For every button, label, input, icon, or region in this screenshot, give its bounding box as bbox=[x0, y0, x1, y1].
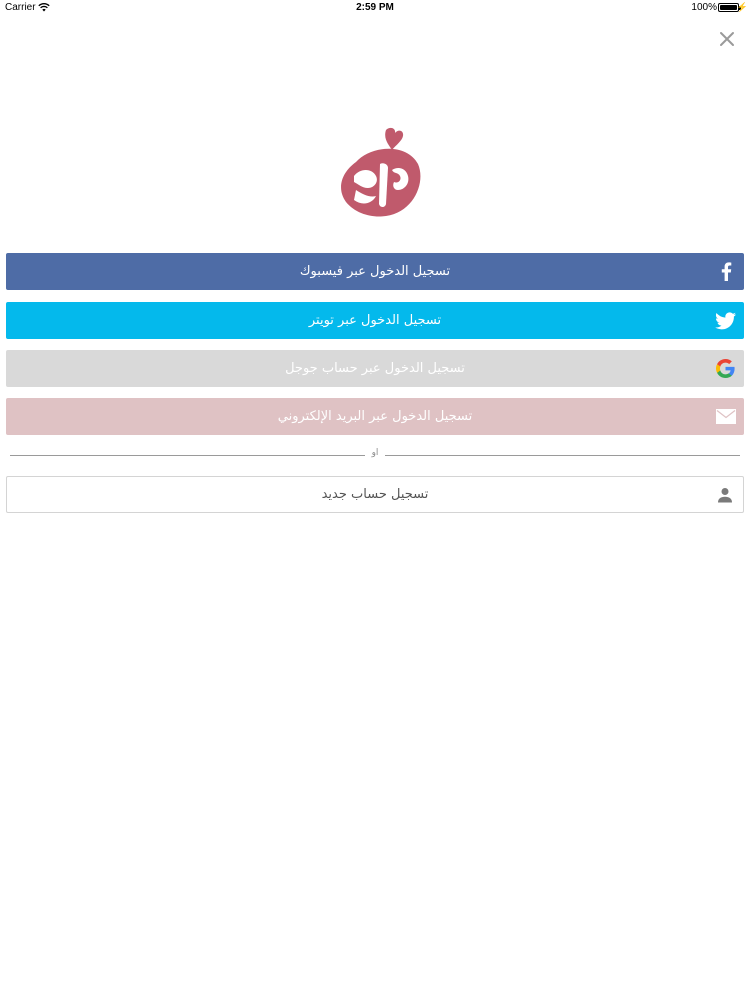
twitter-icon bbox=[715, 310, 736, 331]
person-icon bbox=[714, 484, 735, 505]
facebook-login-button[interactable]: تسجيل الدخول عبر فيسبوك bbox=[6, 253, 744, 290]
mail-icon bbox=[715, 406, 736, 427]
google-login-button[interactable]: تسجيل الدخول عبر حساب جوجل bbox=[6, 350, 744, 387]
register-button[interactable]: تسجيل حساب جديد bbox=[6, 476, 744, 513]
status-time: 2:59 PM bbox=[356, 2, 394, 13]
email-login-button[interactable]: تسجيل الدخول عبر البريد الإلكتروني bbox=[6, 398, 744, 435]
google-icon bbox=[715, 358, 736, 379]
divider-line-right bbox=[385, 455, 740, 456]
battery-percent: 100% bbox=[691, 2, 717, 13]
google-login-label: تسجيل الدخول عبر حساب جوجل bbox=[285, 361, 465, 376]
facebook-icon bbox=[715, 261, 736, 282]
close-icon[interactable] bbox=[716, 28, 738, 50]
or-label: او bbox=[371, 448, 379, 458]
or-divider: او bbox=[10, 448, 740, 464]
brand-logo bbox=[341, 127, 421, 217]
status-bar: Carrier 2:59 PM 100% ⚡ bbox=[0, 0, 750, 16]
divider-line-left bbox=[10, 455, 365, 456]
charging-icon: ⚡ bbox=[736, 2, 748, 12]
email-login-label: تسجيل الدخول عبر البريد الإلكتروني bbox=[277, 409, 473, 424]
twitter-login-label: تسجيل الدخول عبر تويتر bbox=[308, 313, 442, 328]
register-label: تسجيل حساب جديد bbox=[321, 487, 429, 502]
twitter-login-button[interactable]: تسجيل الدخول عبر تويتر bbox=[6, 302, 744, 339]
facebook-login-label: تسجيل الدخول عبر فيسبوك bbox=[299, 264, 451, 279]
